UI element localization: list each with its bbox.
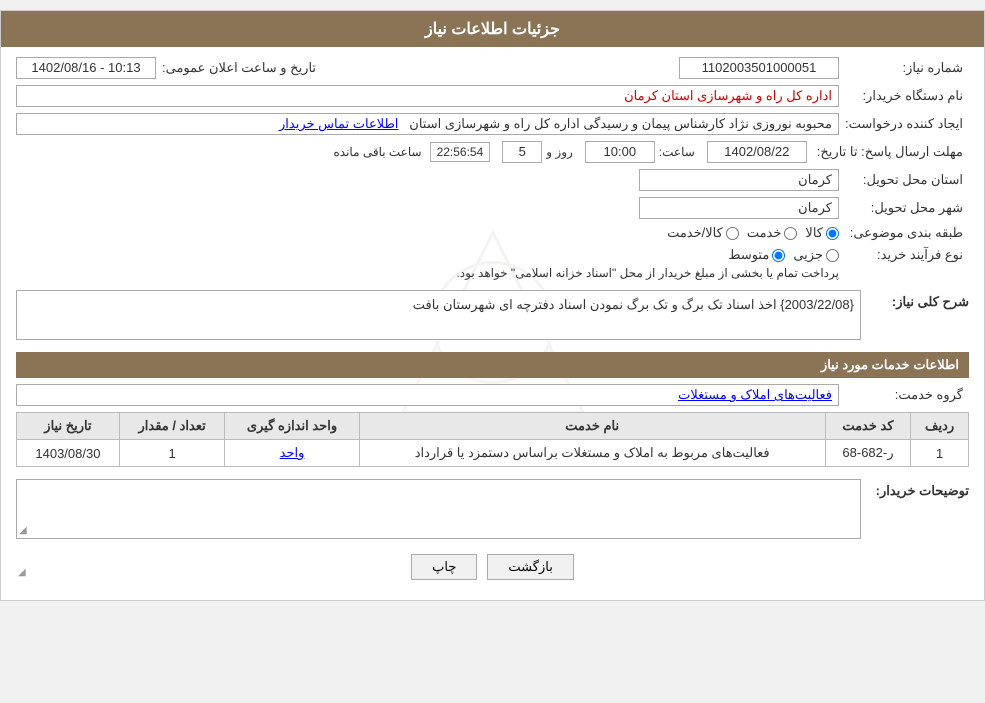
col-header-qty: تعداد / مقدار (119, 413, 225, 440)
buyer-org-label: نام دستگاه خریدار: (839, 88, 969, 104)
cell-qty: 1 (119, 440, 225, 467)
category-label: طبقه بندی موضوعی: (839, 225, 969, 241)
back-button[interactable]: بازگشت (487, 554, 573, 580)
province-label: استان محل تحویل: (839, 172, 969, 188)
service-section-title: اطلاعات خدمات مورد نیاز (16, 352, 969, 378)
creator-value: محبوبه نوروزی نژاد کارشناس پیمان و رسیدگ… (16, 113, 839, 135)
cell-row: 1 (911, 440, 969, 467)
button-row: بازگشت چاپ (16, 554, 969, 580)
announce-label: تاریخ و ساعت اعلان عمومی: (156, 60, 322, 76)
send-time-value: 10:00 (585, 141, 655, 163)
buyer-comments-label: توضیحات خریدار: (869, 479, 969, 499)
send-date-value: 1402/08/22 (707, 141, 807, 163)
purchase-type-label: نوع فرآیند خرید: (839, 247, 969, 263)
col-header-unit: واحد اندازه گیری (225, 413, 359, 440)
col-header-name: نام خدمت (359, 413, 825, 440)
description-text: {2003/22/08} اخذ اسناد تک برگ و تک برگ ن… (16, 290, 861, 340)
niaz-number-value: 1102003501000051 (679, 57, 839, 79)
page-title: جزئیات اطلاعات نیاز (1, 11, 984, 47)
purchase-type-motavasset[interactable]: متوسط (728, 247, 785, 263)
category-kala-khedmat[interactable]: کالا/خدمت (667, 225, 739, 241)
service-group-value: فعالیت‌های املاک و مستغلات (16, 384, 839, 406)
description-title: شرح کلی نیاز: (869, 290, 969, 310)
buyer-comments-box[interactable]: ◢ (16, 479, 861, 539)
cell-unit: واحد (225, 440, 359, 467)
city-value: کرمان (639, 197, 839, 219)
send-remaining-value: 22:56:54 (430, 142, 491, 162)
province-value: کرمان (639, 169, 839, 191)
niaz-number-label: شماره نیاز: (839, 60, 969, 76)
cell-name: فعالیت‌های مربوط به املاک و مستغلات براس… (359, 440, 825, 467)
col-header-date: تاریخ نیاز (17, 413, 120, 440)
table-row: 1 ر-682-68 فعالیت‌های مربوط به املاک و م… (17, 440, 969, 467)
purchase-type-jozii[interactable]: جزیی (793, 247, 839, 263)
resize-handle: ◢ (18, 567, 26, 578)
purchase-type-note: پرداخت تمام یا بخشی از مبلغ خریدار از مح… (456, 266, 839, 280)
col-header-code: کد خدمت (825, 413, 910, 440)
send-date-label: مهلت ارسال پاسخ: تا تاریخ: (811, 144, 969, 160)
send-day-label: روز و (546, 145, 573, 159)
purchase-type-options: جزیی متوسط (456, 247, 839, 263)
category-options: کالا خدمت کالا/خدمت (667, 225, 839, 241)
resize-handle-comments: ◢ (19, 525, 27, 536)
buyer-org-value: اداره کل راه و شهرسازی استان کرمان (16, 85, 839, 107)
creator-label: ایجاد کننده درخواست: (839, 116, 969, 132)
print-button[interactable]: چاپ (411, 554, 477, 580)
city-label: شهر محل تحویل: (839, 200, 969, 216)
col-header-row: ردیف (911, 413, 969, 440)
category-khedmat[interactable]: خدمت (747, 225, 798, 241)
send-remaining-label: ساعت باقی مانده (333, 145, 421, 159)
category-kala[interactable]: کالا (805, 225, 839, 241)
service-table: ردیف کد خدمت نام خدمت واحد اندازه گیری ت… (16, 412, 969, 467)
service-group-label: گروه خدمت: (839, 387, 969, 403)
send-day-value: 5 (502, 141, 542, 163)
send-time-label: ساعت: (659, 145, 695, 159)
creator-link[interactable]: اطلاعات تماس خریدار (279, 116, 398, 131)
cell-date: 1403/08/30 (17, 440, 120, 467)
cell-code: ر-682-68 (825, 440, 910, 467)
announce-value: 1402/08/16 - 10:13 (16, 57, 156, 79)
